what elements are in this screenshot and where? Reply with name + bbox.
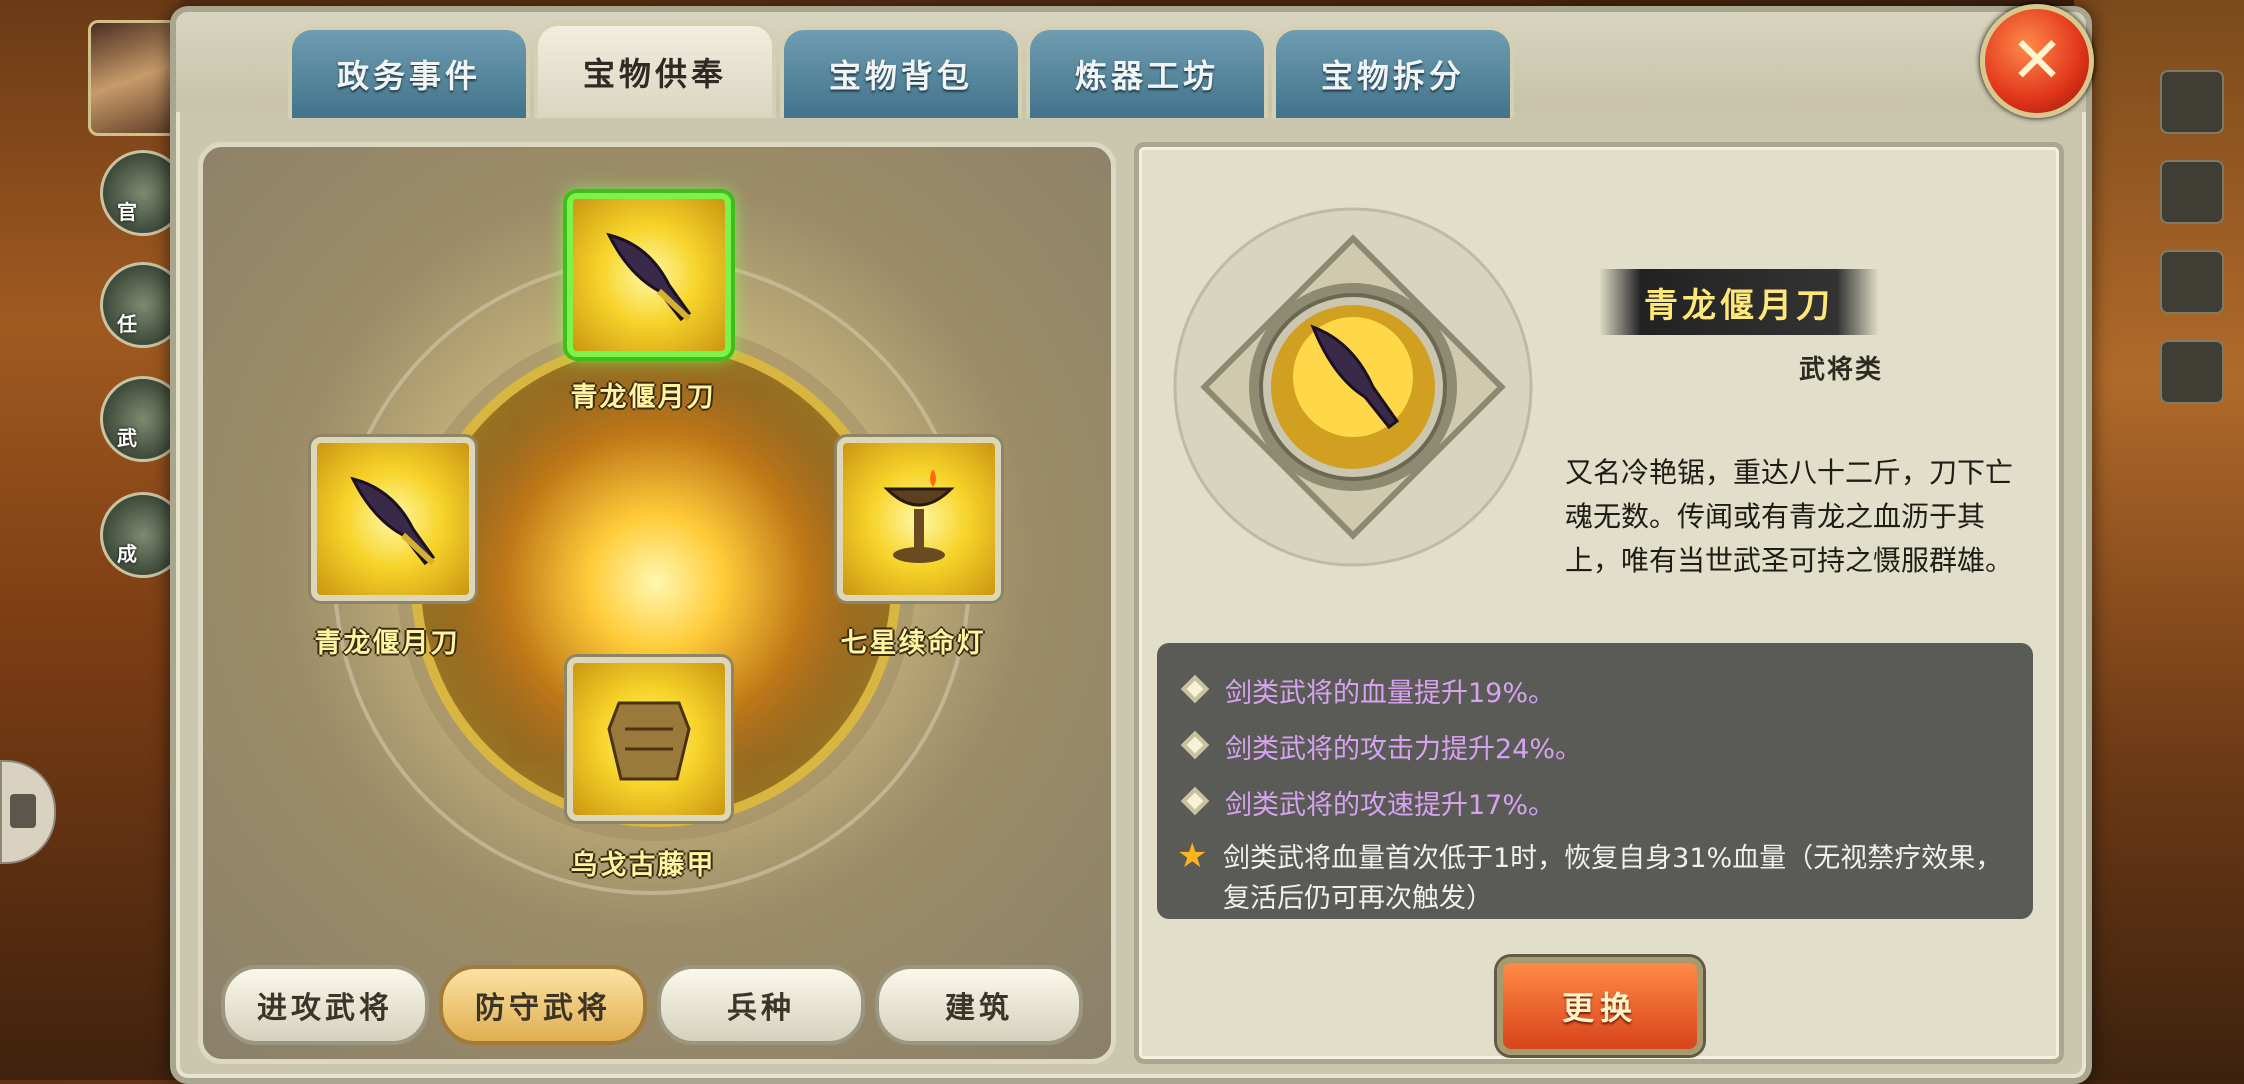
blade-icon: [350, 476, 436, 566]
side-button-right-2[interactable]: [2160, 160, 2224, 224]
treasure-emblem-icon: [1173, 207, 1533, 567]
diamond-bullet-icon: [1180, 674, 1210, 704]
slot-left-label: 青龙偃月刀: [314, 628, 460, 659]
slot-right-label: 七星续命灯: [840, 628, 986, 659]
effect-item: 剑类武将的血量提升19%。: [1177, 671, 2027, 710]
tab-government-events[interactable]: 政务事件: [288, 26, 530, 118]
slot-top-label: 青龙偃月刀: [570, 382, 716, 413]
tab-forge-workshop[interactable]: 炼器工坊: [1026, 26, 1268, 118]
category-troops[interactable]: 兵种: [657, 965, 865, 1045]
diamond-bullet-icon: [1180, 786, 1210, 816]
treasure-panel: 政务事件 宝物供奉 宝物背包 炼器工坊 宝物拆分 ✕ 青龙偃月刀 青龙偃月刀 七…: [170, 4, 2094, 1084]
item-description: 又名冷艳锯，重达八十二斤，刀下亡魂无数。传闻或有青龙之血沥于其上，唯有当世武圣可…: [1565, 456, 2014, 577]
side-button-right-3[interactable]: [2160, 250, 2224, 314]
slot-left[interactable]: [311, 437, 475, 601]
armor-icon: [607, 701, 691, 781]
close-icon: ✕: [2010, 24, 2064, 98]
lamp-icon: [883, 469, 955, 563]
item-name: 青龙偃月刀: [1599, 269, 1879, 335]
slot-top[interactable]: [567, 193, 731, 357]
star-icon: ★: [1177, 836, 1208, 876]
effect-item: 剑类武将的攻速提升17%。: [1177, 783, 2027, 822]
category-defense-general[interactable]: 防守武将: [439, 965, 647, 1045]
treasure-detail: 青龙偃月刀 武将类 又名冷艳锯，重达八十二斤，刀下亡魂无数。传闻或有青龙之血沥于…: [1134, 142, 2064, 1064]
side-button-right-1[interactable]: [2160, 70, 2224, 134]
treasure-altar: 青龙偃月刀 青龙偃月刀 七星续命灯 乌戈古藤甲 进攻武将 防守武将 兵种 建筑: [198, 142, 1116, 1064]
tab-treasure-offering[interactable]: 宝物供奉: [534, 22, 776, 118]
swap-button[interactable]: 更换: [1497, 957, 1703, 1055]
tab-bar: 政务事件 宝物供奉 宝物背包 炼器工坊 宝物拆分: [176, 12, 2086, 118]
side-button-right-4[interactable]: [2160, 340, 2224, 404]
slot-right[interactable]: [837, 437, 1001, 601]
effect-item-star: ★ 剑类武将血量首次低于1时，恢复自身31%血量（无视禁疗效果，复活后仍可再次触…: [1177, 836, 2003, 914]
blade-icon: [606, 232, 692, 322]
effect-item: 剑类武将的攻击力提升24%。: [1177, 727, 2027, 766]
item-type: 武将类: [1799, 355, 1884, 385]
effects-list[interactable]: 剑类武将的血量提升19%。 剑类武将的攻击力提升24%。 剑类武将的攻速提升17…: [1157, 643, 2033, 919]
category-building[interactable]: 建筑: [875, 965, 1083, 1045]
diamond-bullet-icon: [1180, 730, 1210, 760]
slot-bottom-label: 乌戈古藤甲: [570, 850, 716, 881]
tab-treasure-split[interactable]: 宝物拆分: [1272, 26, 1514, 118]
slot-bottom[interactable]: [567, 657, 731, 821]
tab-treasure-bag[interactable]: 宝物背包: [780, 26, 1022, 118]
close-button[interactable]: ✕: [1980, 4, 2094, 118]
category-attack-general[interactable]: 进攻武将: [221, 965, 429, 1045]
